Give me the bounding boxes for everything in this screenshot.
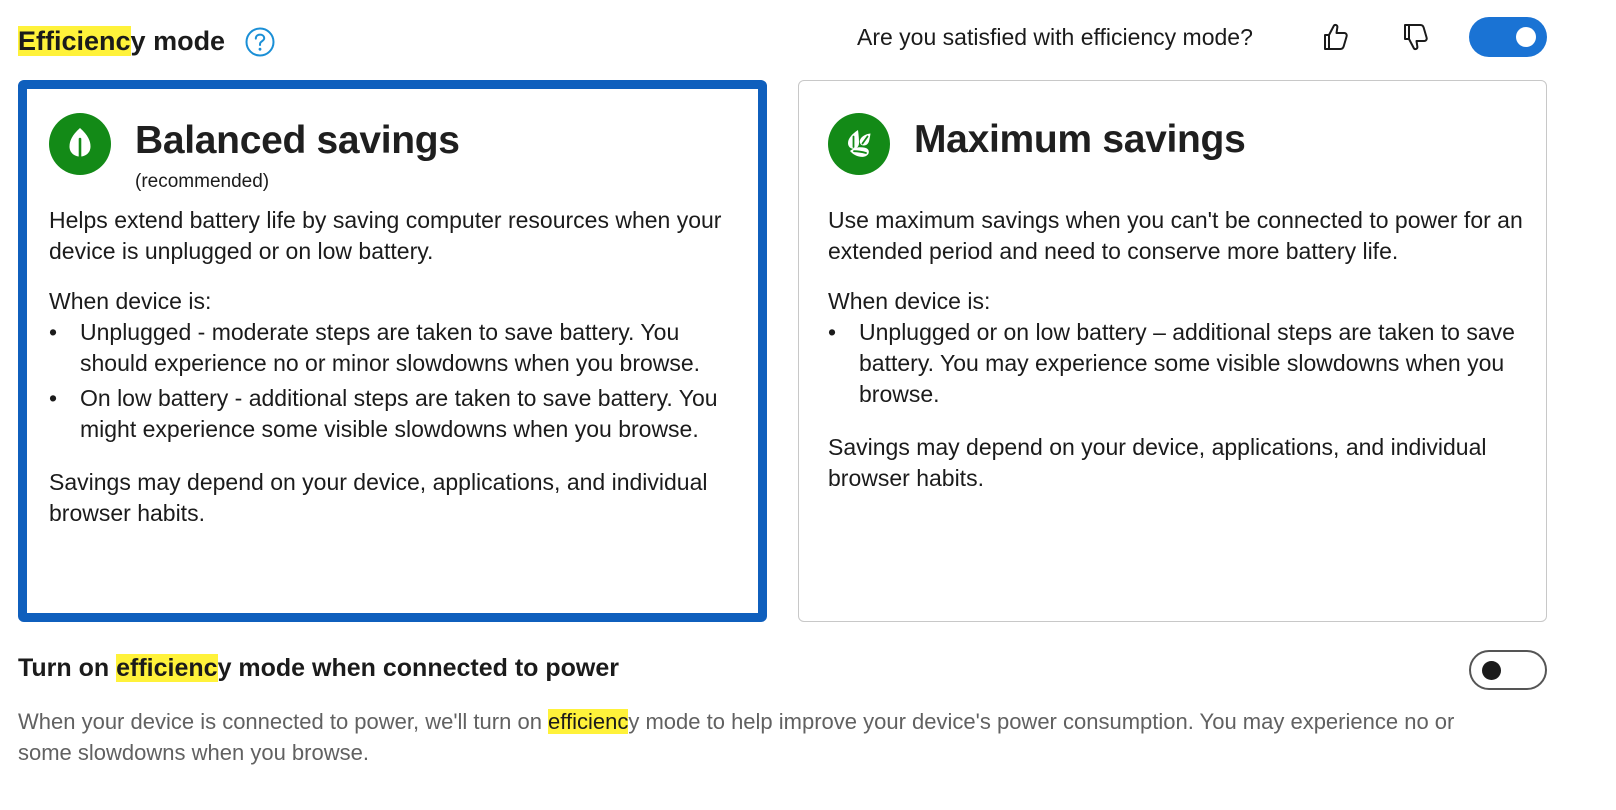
question-circle-icon[interactable] (244, 26, 276, 58)
power-efficiency-toggle[interactable] (1469, 650, 1547, 690)
when-label: When device is: (828, 288, 991, 314)
card-footer-note: Savings may depend on your device, appli… (49, 469, 708, 526)
card-description: Use maximum savings when you can't be co… (828, 207, 1523, 264)
bullet-list: • Unplugged - moderate steps are taken to… (49, 317, 749, 445)
toggle-knob (1482, 661, 1501, 680)
bullet-list: • Unplugged or on low battery – additiona… (828, 317, 1538, 410)
efficiency-mode-toggle[interactable] (1469, 17, 1547, 57)
card-body: Helps extend battery life by saving comp… (49, 205, 749, 529)
list-item: • On low battery - additional steps are t… (49, 385, 718, 442)
recommended-label: (recommended) (135, 171, 270, 192)
maximum-savings-card[interactable]: Maximum savings Use maximum savings when… (798, 80, 1547, 622)
leaves-icon (828, 113, 890, 175)
card-body: Use maximum savings when you can't be co… (828, 205, 1538, 494)
when-label: When device is: (49, 288, 212, 314)
list-item: • Unplugged - moderate steps are taken to… (49, 319, 701, 376)
card-footer-note: Savings may depend on your device, appli… (828, 434, 1487, 491)
power-setting-description: When your device is connected to power, … (18, 709, 1455, 765)
search-highlight: efficienc (116, 654, 218, 682)
power-setting-title: Turn on efficiency mode when connected t… (18, 654, 620, 682)
search-highlight: efficienc (548, 709, 629, 734)
list-item: • Unplugged or on low battery – additiona… (828, 319, 1515, 407)
header: Efficiency mode Are you satisfied with e… (0, 0, 1616, 82)
card-title: Maximum savings (914, 118, 1246, 161)
leaf-icon (49, 113, 111, 175)
page-title: Efficiency mode (18, 26, 226, 56)
balanced-savings-card[interactable]: Balanced savings (recommended) Helps ext… (18, 80, 767, 622)
card-title: Balanced savings (135, 119, 460, 162)
feedback-question: Are you satisfied with efficiency mode? (857, 24, 1253, 50)
search-highlight: Efficienc (18, 26, 131, 56)
thumbs-down-icon[interactable] (1398, 20, 1432, 54)
toggle-knob (1516, 27, 1536, 47)
thumbs-up-icon[interactable] (1318, 20, 1352, 54)
card-description: Helps extend battery life by saving comp… (49, 207, 722, 264)
